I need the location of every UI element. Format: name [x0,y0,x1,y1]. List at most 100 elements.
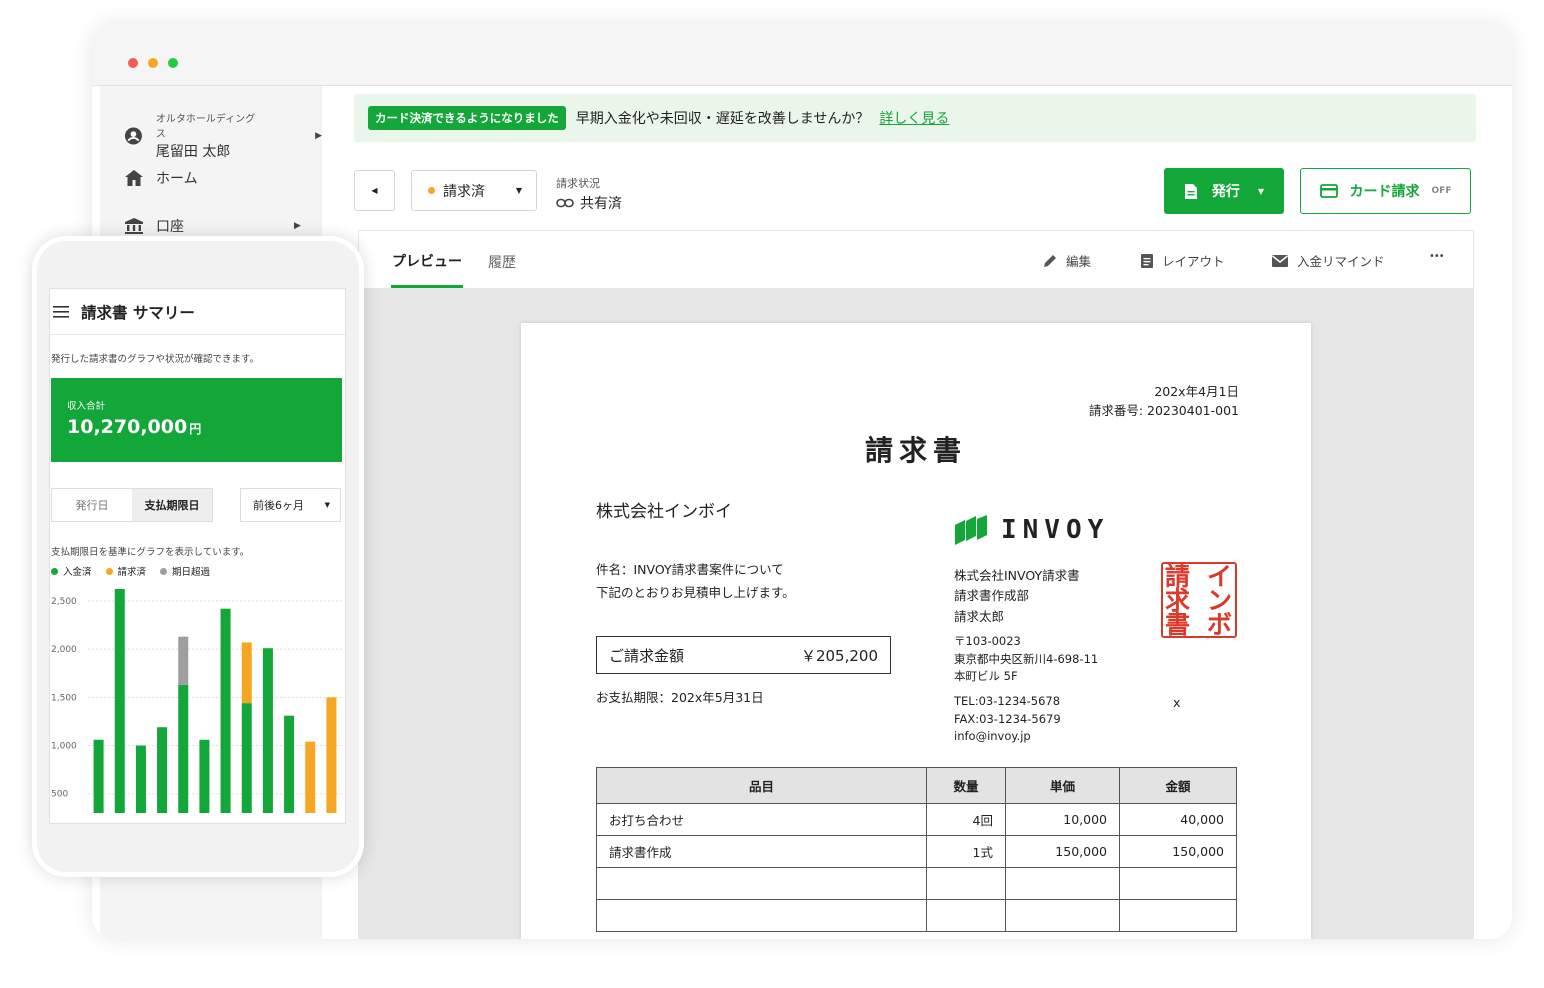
banner-message: 早期入金化や未回収・遅延を改善しませんか？ [575,111,870,127]
caret-down-icon: ▼ [324,501,330,509]
bar-paid[interactable] [157,727,168,813]
close-window-dot[interactable] [128,58,138,68]
legend-item-overdue: 期日超過 [160,564,210,578]
payment-reminder-label: 入金リマインド [1297,254,1385,269]
table-cell [926,867,1006,900]
table-cell: 4回 [926,803,1006,836]
table-row: お打ち合わせ 4回 10,000 40,000 [596,803,1237,836]
legend-label: 入金済 [63,567,92,578]
bar-paid[interactable] [178,684,189,813]
tab-preview[interactable]: プレビュー [392,251,462,271]
bar-paid[interactable] [262,648,273,813]
bar-paid[interactable] [220,608,231,813]
preview-panel: プレビュー 履歴 編集 レイアウト 入金リマインド ••• 202x年4月1日 … [358,230,1474,939]
period-select[interactable]: 前後6ヶ月 ▼ [240,488,341,522]
tab-bar: プレビュー 履歴 編集 レイアウト 入金リマインド ••• [359,231,1473,289]
table-cell: お打ち合わせ [596,803,927,836]
table-cell [596,899,927,932]
y-tick-label: 1,000 [51,742,77,752]
tab-history[interactable]: 履歴 [488,252,516,272]
issuer-address-1: 東京都中央区新川4-698-11 [954,652,1099,666]
y-tick-label: 2,000 [51,645,77,655]
card-billing-state: OFF [1431,186,1452,196]
bar-billed[interactable] [326,697,337,813]
invoice-subject: 件名：INVOY請求書案件について [596,562,784,577]
client-name: 株式会社インボイ [596,502,732,522]
chart-note: 支払期限日を基準にグラフを表示しています。 [51,547,250,558]
active-tab-indicator [391,285,463,288]
segment-issue-date[interactable]: 発行日 [52,489,132,521]
user-name: 尾留田 太郎 [155,144,231,160]
invoy-logo-icon [955,515,987,545]
credit-card-icon [1319,184,1338,198]
bar-paid[interactable] [114,589,125,813]
banner-link[interactable]: 詳しく見る [879,108,949,128]
card-billing-toggle[interactable]: カード請求 OFF [1300,168,1471,214]
issue-label: 発行 [1211,184,1240,200]
edit-button[interactable]: 編集 [1042,251,1091,270]
account-switcher[interactable]: オルタホールディングス 尾留田 太郎 ▶ [124,110,322,161]
legend-label: 期日超過 [172,567,211,578]
payment-reminder-button[interactable]: 入金リマインド [1271,251,1385,270]
bar-paid[interactable] [241,703,252,813]
issuer-address-2: 本町ビル 5F [954,669,1018,683]
y-tick-label: 1,500 [51,693,77,703]
issuer-email: info@invoy.jp [954,729,1031,743]
segment-due-date[interactable]: 支払期限日 [132,489,212,521]
share-status[interactable]: 共有済 [556,193,622,213]
y-tick-label: 2,500 [51,597,77,607]
status-dot [428,187,435,194]
bar-paid[interactable] [93,739,104,813]
legend-item-paid: 入金済 [51,564,92,578]
issuer-mark: x [1173,695,1181,710]
promo-banner: カード決済できるようになりました 早期入金化や未回収・遅延を改善しませんか？ 詳… [354,94,1476,142]
mobile-screen: 請求書 サマリー 発行した請求書のグラフや状況が確認できます。 収入合計 10,… [49,288,346,824]
mobile-phone-frame: 請求書 サマリー 発行した請求書のグラフや状況が確認できます。 収入合計 10,… [32,236,364,877]
minimize-window-dot[interactable] [148,58,158,68]
card-billing-label: カード請求 [1349,184,1420,200]
company-seal-stamp: インボイ 請求書 [1161,562,1237,638]
bar-overdue[interactable] [178,636,189,685]
status-select[interactable]: 請求済 ▼ [411,170,537,211]
edit-label: 編集 [1066,254,1092,269]
caret-down-icon: ▼ [1257,186,1265,196]
caret-down-icon: ▼ [515,186,522,195]
back-button[interactable]: ◀ [354,170,395,211]
bar-paid[interactable] [284,715,295,813]
home-icon [125,170,143,186]
income-total-card: 収入合計 10,270,000 円 [51,378,342,462]
table-cell [1119,867,1237,900]
more-menu-icon[interactable]: ••• [1429,251,1445,262]
table-cell [1119,899,1237,932]
table-cell: 10,000 [1005,803,1120,836]
income-total-value: 10,270,000 円 [67,416,201,438]
bar-paid[interactable] [199,739,210,813]
legend-item-billed: 請求済 [105,564,147,578]
legend-swatch [105,568,113,575]
bar-billed[interactable] [241,642,252,704]
invoice-number: 請求番号: 20230401-001 [1088,403,1239,418]
income-unit: 円 [189,422,202,436]
table-cell [596,867,927,900]
date-basis-segmented-control: 発行日 支払期限日 [51,488,213,522]
table-cell: 150,000 [1005,835,1120,868]
sidebar-item-account[interactable]: 口座 ▶ [124,216,301,236]
status-label: 請求状況 [556,177,600,190]
bar-billed[interactable] [305,741,316,813]
amount-value: ￥205,200 [800,646,878,665]
issue-button[interactable]: 発行 ▼ [1164,168,1284,214]
link-icon [556,198,574,208]
bar-paid[interactable] [135,745,146,813]
sidebar-item-home[interactable]: ホーム [124,168,198,188]
banner-tag: カード決済できるようになりました [368,106,566,130]
hamburger-menu-icon[interactable] [53,305,69,318]
legend-label: 請求済 [117,567,147,578]
table-cell [1005,899,1120,932]
mobile-description: 発行した請求書のグラフや状況が確認できます。 [51,354,260,365]
payment-due: お支払期限：202x年5月31日 [596,690,764,705]
maximize-window-dot[interactable] [168,58,178,68]
table-row [596,867,1237,900]
chevron-right-icon: ▶ [315,130,322,141]
layout-button[interactable]: レイアウト [1140,251,1225,270]
mail-icon [1272,254,1288,267]
